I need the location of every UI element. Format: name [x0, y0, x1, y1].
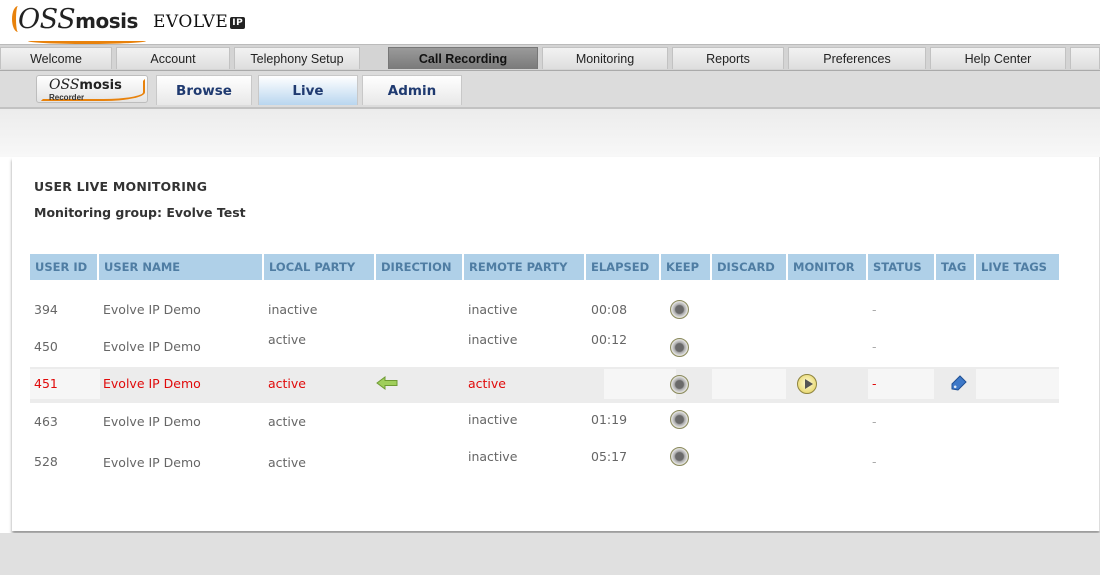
logo-mosis-text: mosis	[75, 9, 138, 33]
keep-button[interactable]	[670, 338, 689, 357]
toolbar-band	[0, 109, 1100, 157]
tab-live[interactable]: Live	[258, 75, 358, 105]
cell-elapsed: 00:08	[591, 302, 628, 317]
cell-remote-party: inactive	[468, 449, 518, 464]
content-panel: USER LIVE MONITORING Monitoring group: E…	[12, 157, 1100, 531]
logo-oss-text: OSS	[18, 4, 76, 35]
cell-user-id: 528	[34, 454, 58, 469]
cell-user-id: 394	[34, 302, 58, 317]
incoming-direction-arrow-icon	[376, 376, 398, 390]
tab-browse[interactable]: Browse	[156, 75, 252, 105]
cell-local-party: active	[268, 376, 306, 391]
tab-telephony-setup[interactable]: Telephony Setup	[234, 47, 360, 69]
ip-badge: IP	[230, 17, 246, 29]
tab-admin[interactable]: Admin	[362, 75, 462, 105]
col-user-name[interactable]: USER NAME	[99, 254, 262, 280]
brand-header: OSSmosis EVOLVE IP	[0, 0, 1100, 44]
tab-overflow	[1070, 47, 1100, 69]
recorder-logo-oss: OSS	[49, 77, 80, 93]
evolve-ip-logo: EVOLVE IP	[153, 12, 246, 32]
cell-status: -	[872, 414, 877, 429]
recorder-logo-mosis: mosis	[79, 78, 122, 93]
sub-nav: OSSmosis Recorder Browse Live Admin	[0, 71, 1100, 109]
tab-account[interactable]: Account	[116, 47, 230, 69]
cell-bg	[712, 369, 786, 399]
tab-reports[interactable]: Reports	[672, 47, 784, 69]
ossmosis-recorder-logo[interactable]: OSSmosis Recorder	[36, 75, 148, 103]
col-remote-party[interactable]: REMOTE PARTY	[464, 254, 584, 280]
cell-remote-party: inactive	[468, 332, 518, 347]
cell-user-name: Evolve IP Demo	[103, 455, 201, 470]
cell-bg	[868, 369, 934, 399]
cell-status: -	[872, 454, 877, 469]
keep-button[interactable]	[670, 375, 689, 394]
cell-user-name: Evolve IP Demo	[103, 376, 201, 391]
cell-elapsed: 05:17	[591, 449, 628, 464]
cell-local-party: active	[268, 414, 306, 429]
col-live-tags[interactable]: LIVE TAGS	[976, 254, 1059, 280]
table-row[interactable]: 450 Evolve IP Demo active inactive 00:12…	[30, 329, 1059, 361]
keep-button[interactable]	[670, 447, 689, 466]
cell-bg	[604, 369, 676, 399]
recorder-logo-text: OSSmosis	[49, 77, 122, 93]
col-local-party[interactable]: LOCAL PARTY	[264, 254, 374, 280]
cell-user-id: 450	[34, 339, 58, 354]
main-nav: Welcome Account Telephony Setup Call Rec…	[0, 44, 1100, 71]
cell-user-name: Evolve IP Demo	[103, 414, 201, 429]
cell-user-id: 463	[34, 414, 58, 429]
footer-band	[0, 533, 1100, 575]
cell-user-id: 451	[34, 376, 58, 391]
table-row[interactable]: 528 Evolve IP Demo active inactive 05:17…	[30, 445, 1059, 477]
cell-status: -	[872, 376, 877, 391]
col-keep[interactable]: KEEP	[661, 254, 710, 280]
cell-elapsed: 00:12	[591, 332, 628, 347]
cell-user-name: Evolve IP Demo	[103, 339, 201, 354]
col-discard[interactable]: DISCARD	[712, 254, 786, 280]
cell-bg	[976, 369, 1059, 399]
cell-user-name: Evolve IP Demo	[103, 302, 201, 317]
cell-elapsed: 01:19	[591, 412, 628, 427]
cell-remote-party: inactive	[468, 412, 518, 427]
evolve-text: EVOLVE	[153, 12, 229, 32]
table-row[interactable]: 463 Evolve IP Demo active inactive 01:19…	[30, 407, 1059, 439]
col-elapsed[interactable]: ELAPSED	[586, 254, 659, 280]
keep-button[interactable]	[670, 300, 689, 319]
cell-local-party: inactive	[268, 302, 318, 317]
ossmosis-logo[interactable]: OSSmosis	[12, 4, 146, 44]
recorder-logo-sub: Recorder	[49, 93, 85, 102]
cell-status: -	[872, 302, 877, 317]
cell-status: -	[872, 339, 877, 354]
keep-button[interactable]	[670, 410, 689, 429]
monitor-play-button[interactable]	[797, 374, 817, 394]
table-row[interactable]: 394 Evolve IP Demo inactive inactive 00:…	[30, 295, 1059, 327]
col-user-id[interactable]: USER ID	[30, 254, 97, 280]
tab-monitoring[interactable]: Monitoring	[542, 47, 668, 69]
cell-remote-party: inactive	[468, 302, 518, 317]
table-row-active[interactable]: 451 Evolve IP Demo active active -	[30, 367, 1059, 403]
cell-local-party: active	[268, 455, 306, 470]
col-status[interactable]: STATUS	[868, 254, 934, 280]
col-tag[interactable]: TAG	[936, 254, 974, 280]
col-direction[interactable]: DIRECTION	[376, 254, 462, 280]
cell-remote-party: active	[468, 376, 506, 391]
tag-icon[interactable]	[950, 374, 968, 392]
tab-preferences[interactable]: Preferences	[788, 47, 926, 69]
tab-help-center[interactable]: Help Center	[930, 47, 1066, 69]
tab-call-recording[interactable]: Call Recording	[388, 47, 538, 69]
tab-welcome[interactable]: Welcome	[0, 47, 112, 69]
logo-swoosh-icon	[12, 6, 24, 32]
monitoring-group-label: Monitoring group: Evolve Test	[34, 205, 246, 220]
page-title: USER LIVE MONITORING	[34, 179, 208, 194]
col-monitor[interactable]: MONITOR	[788, 254, 866, 280]
cell-local-party: active	[268, 332, 306, 347]
